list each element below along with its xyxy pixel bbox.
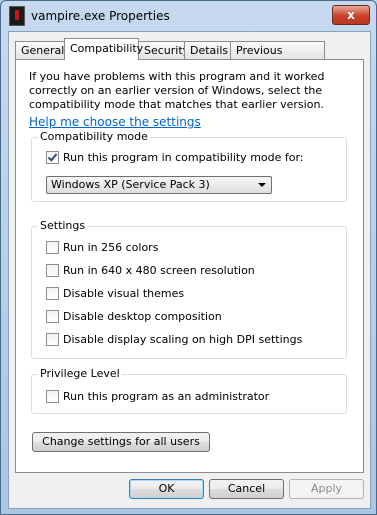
checkbox-run-as-admin[interactable]	[46, 390, 59, 403]
change-settings-all-users-button[interactable]: Change settings for all users	[32, 432, 210, 452]
label-run-as-admin: Run this program as an administrator	[63, 390, 270, 403]
checkbox-256-colors[interactable]	[46, 241, 59, 254]
checkbox-desktop-composition[interactable]	[46, 310, 59, 323]
ok-button[interactable]: OK	[129, 479, 204, 499]
title-bar[interactable]: vampire.exe Properties x	[1, 1, 376, 31]
compatibility-mode-label: Compatibility mode	[38, 130, 150, 143]
checkbox-dpi-scaling[interactable]	[46, 333, 59, 346]
cancel-button[interactable]: Cancel	[209, 479, 284, 499]
tab-general[interactable]: General	[15, 41, 65, 59]
chevron-down-icon	[258, 183, 266, 187]
label-640x480: Run in 640 x 480 screen resolution	[63, 264, 255, 277]
compatibility-mode-group: Compatibility mode Run this program in c…	[31, 130, 347, 202]
tab-compatibility[interactable]: Compatibility	[64, 38, 143, 60]
help-link[interactable]: Help me choose the settings	[29, 115, 201, 129]
compatibility-mode-checkbox-label: Run this program in compatibility mode f…	[63, 151, 304, 164]
tab-details[interactable]: Details	[184, 41, 231, 59]
os-version-select[interactable]: Windows XP (Service Pack 3)	[46, 176, 272, 194]
properties-window: vampire.exe Properties x General Compati…	[0, 0, 377, 515]
settings-group: Settings Run in 256 colors Run in 640 x …	[31, 219, 347, 359]
close-button[interactable]: x	[332, 5, 370, 25]
tab-security[interactable]: Security	[138, 41, 189, 59]
compatibility-mode-checkbox[interactable]	[46, 151, 59, 164]
settings-label: Settings	[38, 219, 88, 232]
apply-button[interactable]: Apply	[289, 479, 364, 499]
label-visual-themes: Disable visual themes	[63, 287, 185, 300]
tab-previous-versions[interactable]: Previous Versions	[230, 41, 325, 75]
privilege-level-label: Privilege Level	[38, 367, 122, 380]
os-version-value: Windows XP (Service Pack 3)	[51, 178, 210, 191]
checkbox-visual-themes[interactable]	[46, 287, 59, 300]
label-desktop-composition: Disable desktop composition	[63, 310, 222, 323]
window-title: vampire.exe Properties	[31, 9, 170, 23]
label-256-colors: Run in 256 colors	[63, 241, 159, 254]
app-icon	[9, 6, 25, 26]
dialog-client-area: General Compatibility Security Details P…	[8, 31, 371, 509]
compatibility-panel: If you have problems with this program a…	[15, 59, 364, 473]
label-dpi-scaling: Disable display scaling on high DPI sett…	[63, 333, 303, 346]
privilege-level-group: Privilege Level Run this program as an a…	[31, 367, 347, 414]
intro-text: If you have problems with this program a…	[29, 70, 325, 111]
checkbox-640x480[interactable]	[46, 264, 59, 277]
